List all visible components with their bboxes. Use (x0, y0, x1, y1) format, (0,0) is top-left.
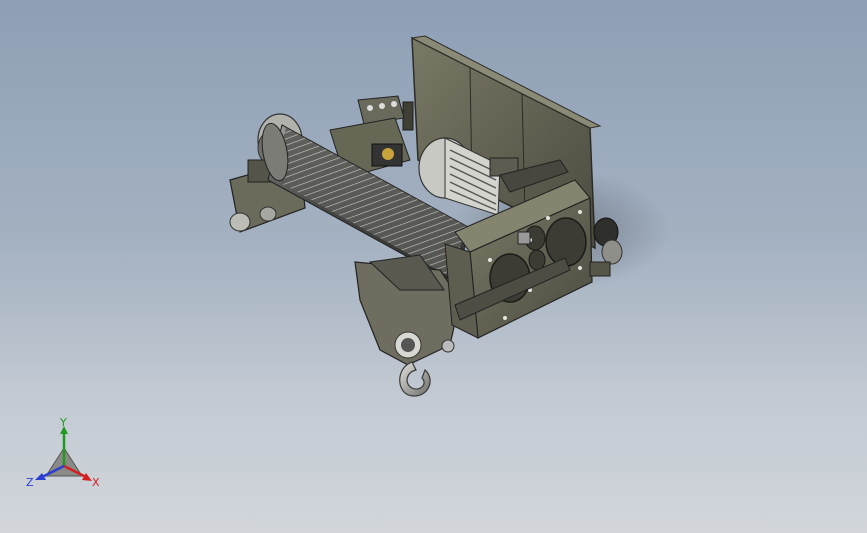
cad-viewport[interactable]: Y X Z (0, 0, 867, 533)
crane-hook (399, 361, 431, 397)
z-axis-label: Z (26, 476, 34, 489)
hoist-model[interactable] (0, 0, 867, 533)
x-axis-label: X (92, 476, 100, 489)
y-axis-label: Y (59, 418, 67, 429)
view-triad-icon[interactable]: Y X Z (20, 418, 110, 498)
terminal-block (357, 95, 405, 125)
